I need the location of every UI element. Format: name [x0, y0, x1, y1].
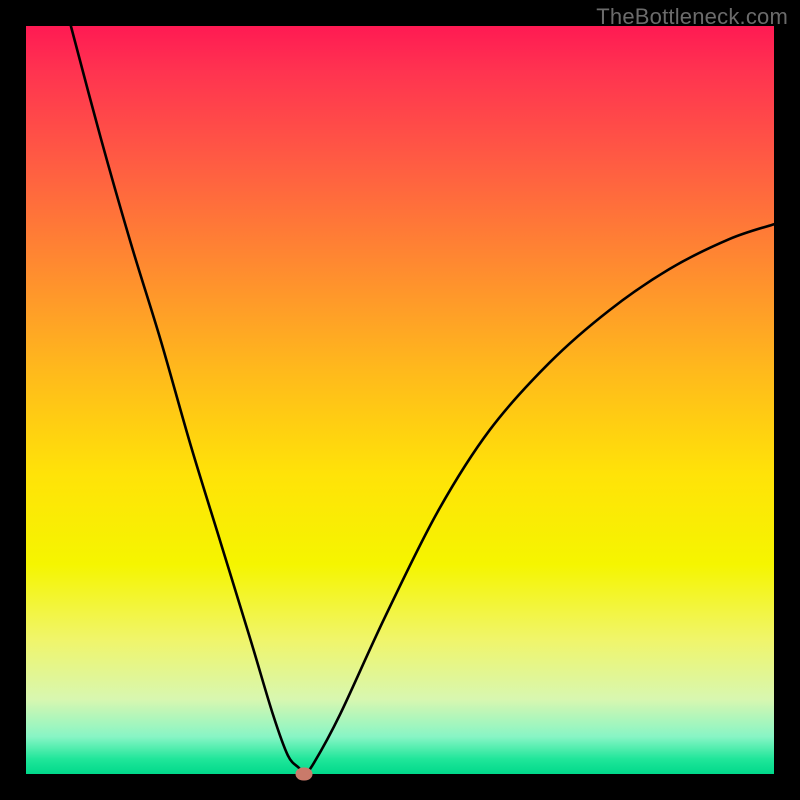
chart-frame: TheBottleneck.com — [0, 0, 800, 800]
plot-area — [26, 26, 774, 774]
optimal-point-marker — [296, 768, 313, 781]
bottleneck-curve — [26, 26, 774, 774]
watermark-label: TheBottleneck.com — [596, 4, 788, 30]
